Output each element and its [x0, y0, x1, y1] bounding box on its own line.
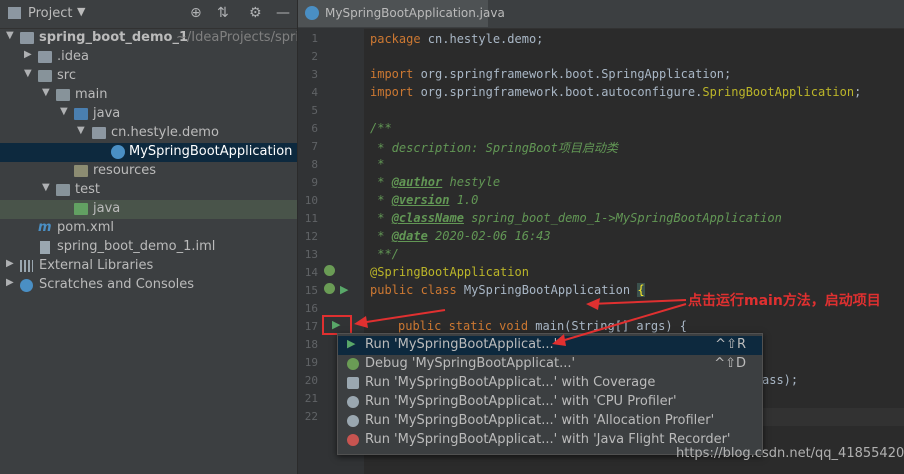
watermark: https://blog.csdn.net/qq_41855420 [676, 446, 904, 461]
arrowhead-2 [552, 334, 566, 346]
annotation-callout: 点击运行main方法，启动项目 [688, 293, 881, 309]
arrowhead-3 [354, 316, 368, 328]
callout-arrow-3 [359, 309, 446, 324]
callout-arrow-2 [557, 303, 687, 343]
arrowhead-1 [586, 298, 600, 310]
callout-arrow-1 [589, 299, 687, 305]
annotation-arrows [354, 298, 687, 346]
